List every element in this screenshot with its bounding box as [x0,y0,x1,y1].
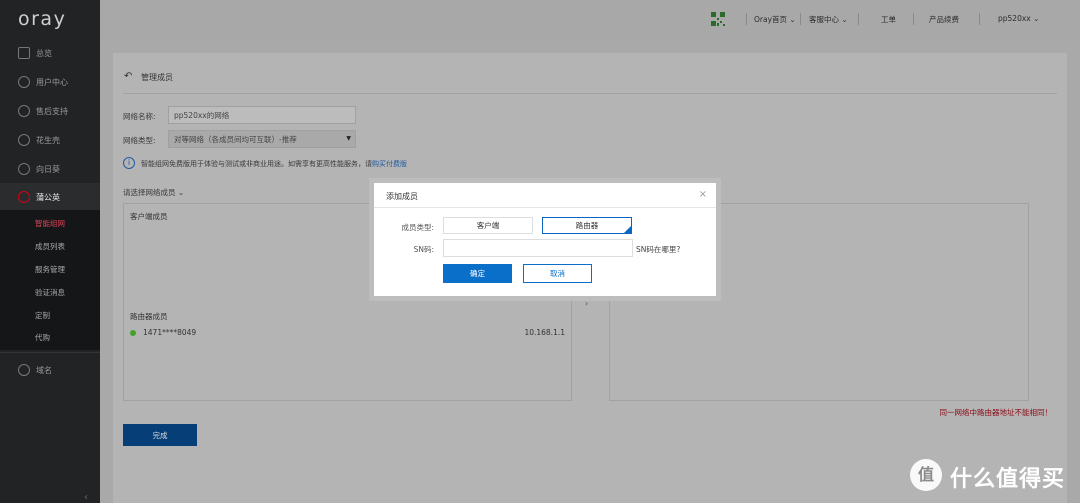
cancel-button[interactable]: 取消 [523,264,592,283]
select-members-text: 请选择网络成员 [123,188,176,197]
watermark-text: 什么值得买 [950,467,1066,492]
sidebar-sub-smart-network[interactable]: 智能组网 [35,218,65,229]
type-option-router[interactable]: 路由器 [542,217,632,234]
info-icon: i [123,157,135,169]
sunflower-icon [18,163,30,175]
sn-input[interactable] [443,239,633,257]
separator [858,13,859,25]
sidebar-item-peanut[interactable]: 花生壳 [0,126,100,154]
type-option-client[interactable]: 客户端 [443,217,533,234]
network-type-select[interactable]: 对等网络（各成员间均可互联）-推荐 ▼ [168,130,356,148]
sidebar-item-label: 用户中心 [36,77,68,87]
user-icon [18,76,30,88]
separator [979,13,980,25]
service-center-menu[interactable]: 客服中心 ⌄ [809,14,848,25]
service-center-label: 客服中心 [809,15,839,24]
done-button[interactable]: 完成 [123,424,197,446]
network-type-value: 对等网络（各成员间均可互联）-推荐 [174,135,297,144]
separator [913,13,914,25]
sidebar-item-label: 总览 [36,48,52,58]
watermark: 值 什么值得买 [910,459,1070,493]
chevron-down-icon: ⌄ [789,15,796,24]
sidebar-item-label: 花生壳 [36,135,60,145]
chevron-down-icon: ⌄ [841,15,848,24]
separator [746,13,747,25]
sidebar-item-label: 蒲公英 [36,192,60,202]
sidebar: oray 总览 用户中心 售后支持 花生壳 向日葵 蒲公英 智能组网 成员列表 … [0,0,100,503]
page-title: 管理成员 [141,73,173,82]
online-status-dot [130,330,136,336]
peanut-icon [18,134,30,146]
close-icon[interactable]: × [699,189,707,200]
sidebar-item-label: 售后支持 [36,106,68,116]
dialog-title: 添加成员 [386,192,418,201]
sn-help-link[interactable]: SN码在哪里? [636,244,680,255]
grid-icon [18,47,30,59]
sidebar-sub-verify-messages[interactable]: 验证消息 [35,287,65,298]
info-notice: 智能组网免费版用于体验与测试或非商业用途。如需享有更高性能服务，请购买付费版 [141,159,407,169]
router-member-ip: 10.168.1.1 [524,328,565,337]
top-bar: Oray首页 ⌄ 客服中心 ⌄ 工单 产品续费 pp520xx ⌄ [100,0,1080,40]
sidebar-item-domain[interactable]: 域名 [0,356,100,384]
network-name-field[interactable]: pp520xx的网络 [168,106,356,124]
headset-icon [18,105,30,117]
back-icon[interactable]: ↶ [124,71,132,82]
oray-home-label: Oray首页 [754,15,788,24]
router-member-name[interactable]: 1471****8049 [143,328,196,337]
buy-paid-link[interactable]: 购买付费版 [372,160,407,168]
divider [123,93,1057,94]
user-menu[interactable]: pp520xx ⌄ [998,14,1039,23]
member-type-label: 成员类型: [401,223,434,232]
router-members-label: 路由器成员 [130,312,168,321]
collapse-sidebar-icon[interactable]: ‹ [84,492,88,503]
sidebar-sub-service-manage[interactable]: 服务管理 [35,264,65,275]
chevron-down-icon: ⌄ [177,188,185,197]
select-members-label[interactable]: 请选择网络成员 ⌄ [123,187,184,198]
sidebar-divider [0,352,100,353]
sidebar-item-overview[interactable]: 总览 [0,39,100,67]
dropdown-caret-icon: ▼ [346,135,351,142]
sidebar-item-label: 域名 [36,365,52,375]
renew-link[interactable]: 产品续费 [929,14,959,25]
sidebar-submenu: 智能组网 成员列表 服务管理 验证消息 定制 代购 [0,210,100,350]
add-member-dialog: 添加成员 × 成员类型: 客户端 路由器 SN码: SN码在哪里? 确定 取消 [369,178,721,301]
client-members-label: 客户端成员 [130,212,168,221]
oray-home-menu[interactable]: Oray首页 ⌄ [754,14,796,25]
sidebar-item-label: 向日葵 [36,164,60,174]
sidebar-item-sunflower[interactable]: 向日葵 [0,155,100,183]
qr-code-icon[interactable] [711,12,725,26]
sidebar-sub-custom[interactable]: 定制 [35,310,50,321]
router-address-warning: 同一网络中路由器地址不能相同！ [939,408,1053,417]
confirm-button[interactable]: 确定 [443,264,512,283]
dandelion-icon [18,191,30,203]
sidebar-sub-member-list[interactable]: 成员列表 [35,241,65,252]
ticket-link[interactable]: 工单 [881,14,896,25]
watermark-logo: 值 [910,459,942,491]
separator [800,13,801,25]
sn-label: SN码: [413,245,434,254]
sidebar-item-user-center[interactable]: 用户中心 [0,68,100,96]
sidebar-item-support[interactable]: 售后支持 [0,97,100,125]
oray-logo[interactable]: oray [18,8,66,30]
username-label: pp520xx [998,14,1031,23]
chevron-down-icon: ⌄ [1033,14,1040,23]
dialog-header: 添加成员 × [374,183,716,208]
www-icon [18,364,30,376]
network-type-label: 网络类型: [123,136,156,145]
sidebar-sub-purchase[interactable]: 代购 [35,332,50,343]
sidebar-item-dandelion[interactable]: 蒲公英 [0,183,100,211]
info-notice-text: 智能组网免费版用于体验与测试或非商业用途。如需享有更高性能服务，请 [141,160,372,168]
network-name-label: 网络名称: [123,112,156,121]
